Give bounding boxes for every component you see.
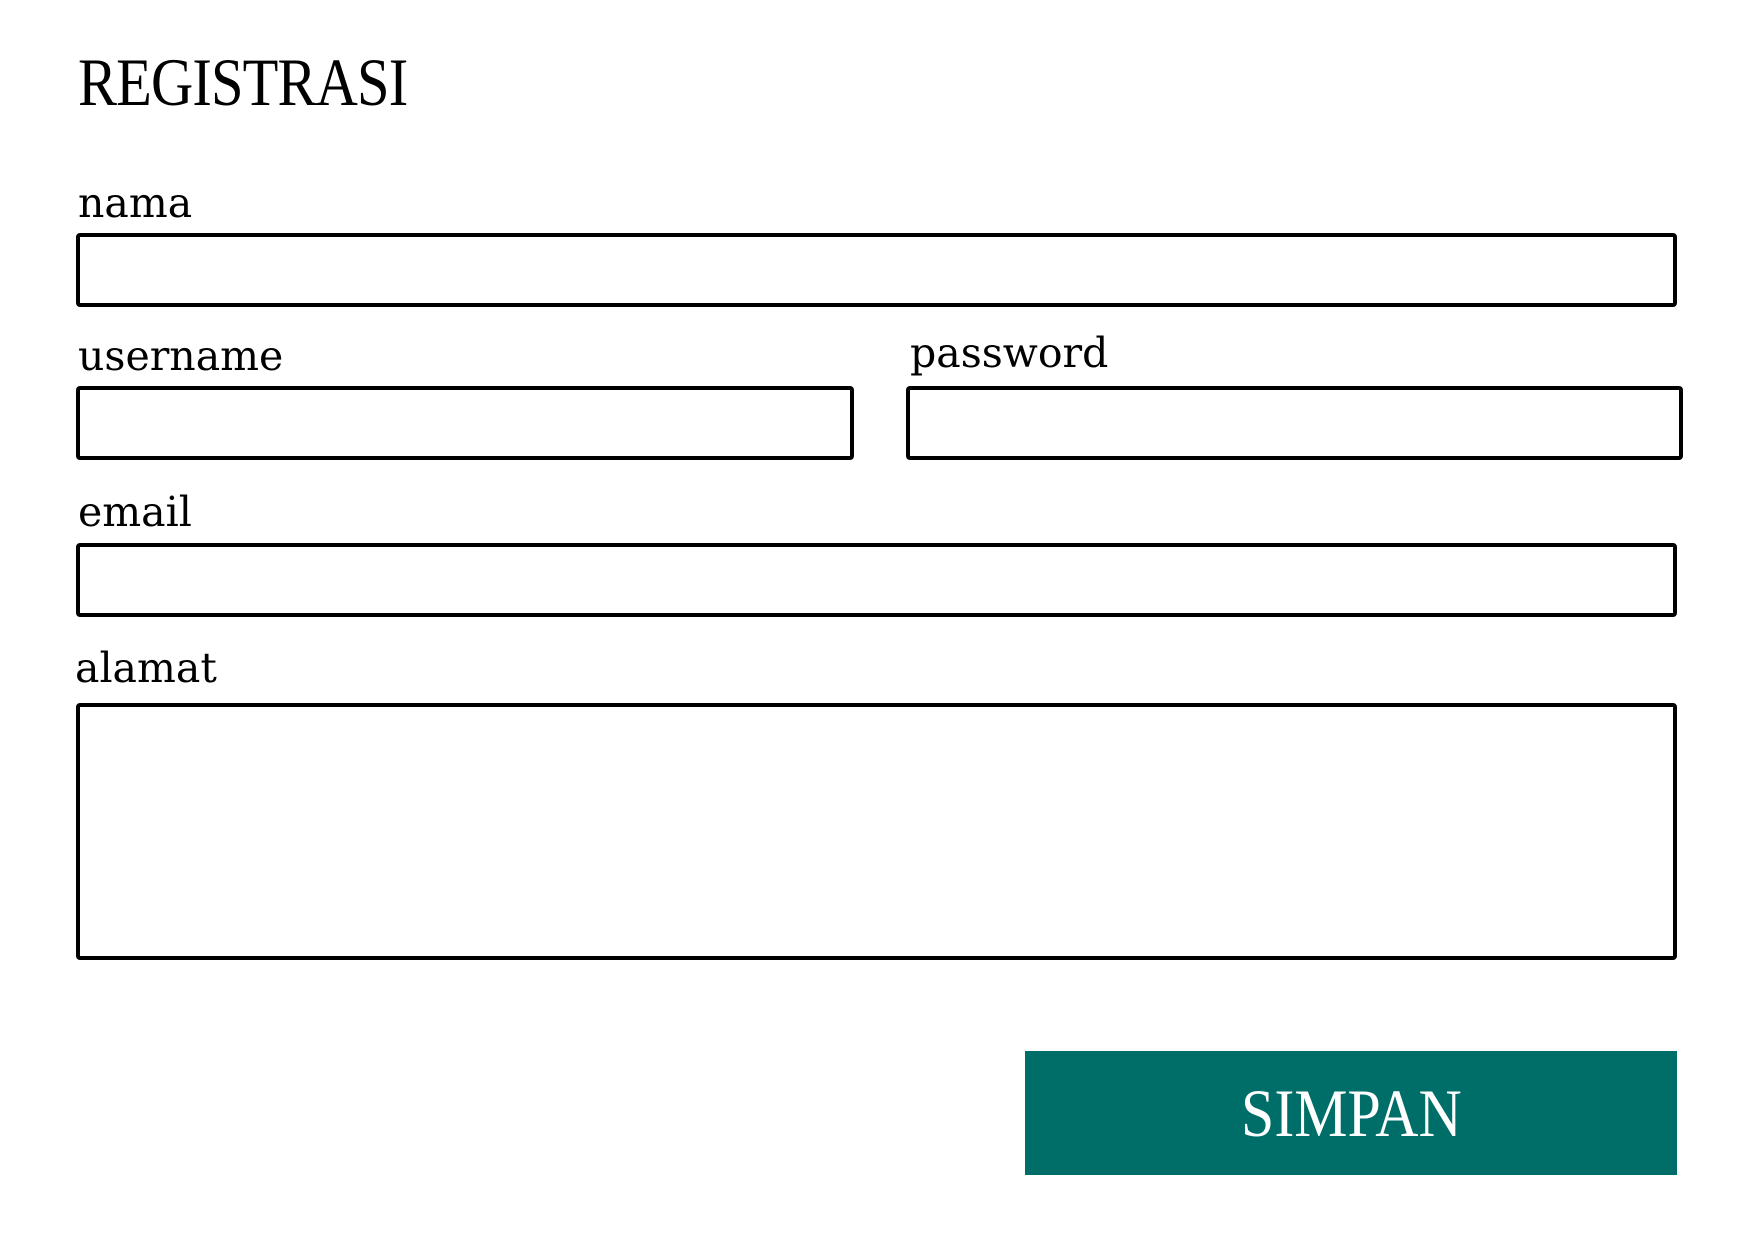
alamat-textarea[interactable] [76,703,1677,960]
page-title: REGISTRASI [78,44,408,120]
nama-input[interactable] [76,233,1677,307]
email-label: email [78,488,192,536]
simpan-button-label: SIMPAN [1240,1075,1462,1151]
username-label: username [78,332,284,380]
nama-label: nama [78,179,193,227]
alamat-label: alamat [75,644,217,692]
password-input[interactable] [906,386,1683,460]
simpan-button[interactable]: SIMPAN [1025,1051,1677,1175]
password-label: password [910,329,1109,377]
email-input[interactable] [76,543,1677,617]
username-input[interactable] [76,386,854,460]
